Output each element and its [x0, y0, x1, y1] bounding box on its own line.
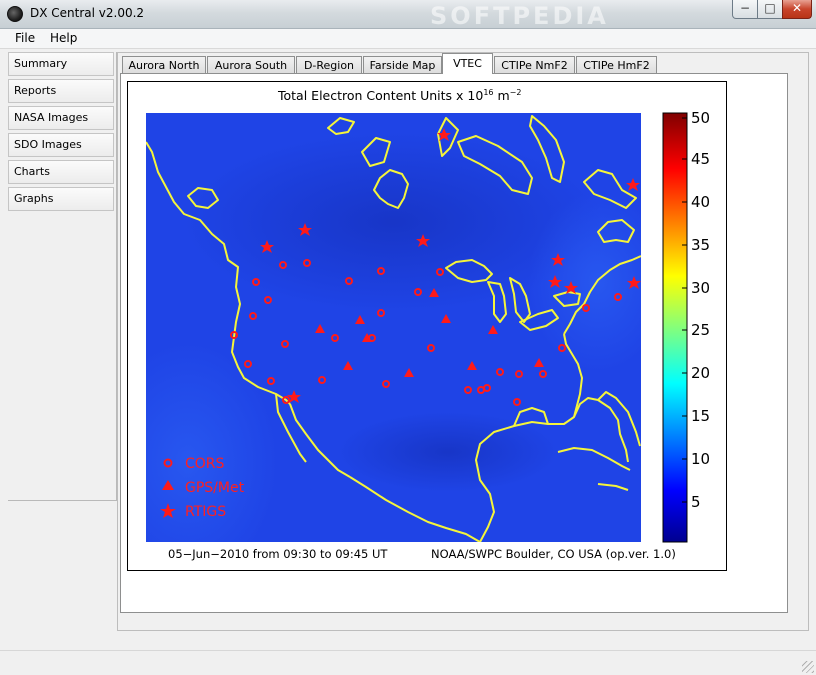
close-button[interactable]: ✕ [782, 0, 812, 19]
sidebar: Summary Reports NASA Images SDO Images C… [8, 52, 117, 501]
legend-gpsmet-label: GPS/Met [185, 480, 245, 496]
tab-aurora-south[interactable]: Aurora South [207, 56, 295, 74]
status-divider [0, 650, 816, 651]
legend-rtigs-label: RTIGS [185, 504, 226, 520]
sidebar-item-graphs[interactable]: Graphs [8, 187, 114, 211]
maximize-button[interactable]: □ [757, 0, 783, 19]
menu-help[interactable]: Help [50, 31, 77, 45]
sidebar-item-charts[interactable]: Charts [8, 160, 114, 184]
menu-file[interactable]: File [15, 31, 35, 45]
tab-aurora-north[interactable]: Aurora North [122, 56, 206, 74]
tab-ctipe-nmf2[interactable]: CTIPe NmF2 [494, 56, 575, 74]
tab-vtec[interactable]: VTEC [442, 53, 493, 74]
window-title: DX Central v2.00.2 [30, 6, 145, 20]
colorbar-tick: 40 [691, 193, 710, 211]
tab-ctipe-hmf2[interactable]: CTIPe HmF2 [576, 56, 657, 74]
colorbar-tick: 15 [691, 407, 710, 425]
colorbar-tick: 10 [691, 450, 710, 468]
colorbar-tick: 30 [691, 279, 710, 297]
colorbar-tick: 20 [691, 364, 710, 382]
colorbar-tick: 5 [691, 493, 701, 511]
plot-footer-time: 05−Jun−2010 from 09:30 to 09:45 UT [168, 547, 388, 561]
tec-region [528, 192, 641, 372]
sidebar-item-reports[interactable]: Reports [8, 79, 114, 103]
legend-cors-label: CORS [185, 456, 225, 472]
sidebar-item-nasa-images[interactable]: NASA Images [8, 106, 114, 130]
tab-d-region[interactable]: D-Region [296, 56, 362, 74]
minimize-button[interactable]: − [732, 0, 758, 19]
menu-bar: File Help [0, 29, 816, 49]
app-icon[interactable] [7, 6, 23, 22]
colorbar-tick: 35 [691, 236, 710, 254]
colorbar-tick: 25 [691, 321, 710, 339]
sidebar-item-sdo-images[interactable]: SDO Images [8, 133, 114, 157]
colorbar [662, 112, 688, 543]
vtec-map-svg: Total Electron Content Units x 1016 m−2 [146, 88, 710, 561]
sidebar-item-summary[interactable]: Summary [8, 52, 114, 76]
tab-farside-map[interactable]: Farside Map [363, 56, 442, 74]
colorbar-tick: 45 [691, 150, 710, 168]
resize-grip-icon[interactable] [802, 661, 814, 673]
title-bar: DX Central v2.00.2 SOFTPEDIA − □ ✕ [0, 0, 816, 30]
plot-footer-source: NOAA/SWPC Boulder, CO USA (op.ver. 1.0) [431, 547, 676, 561]
plot-title: Total Electron Content Units x 1016 m−2 [277, 88, 521, 103]
vtec-plot: Total Electron Content Units x 1016 m−2 [127, 81, 727, 571]
watermark: SOFTPEDIA [430, 2, 609, 30]
map-area: CORS GPS/Met RTIGS [146, 113, 641, 542]
colorbar-tick: 50 [691, 109, 710, 127]
